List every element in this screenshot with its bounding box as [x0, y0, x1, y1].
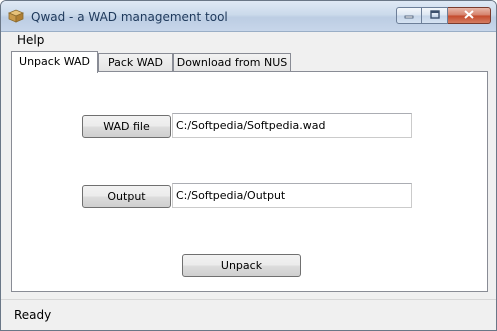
close-button[interactable]: [448, 7, 491, 24]
unpack-button[interactable]: Unpack: [182, 254, 301, 277]
window-title: Qwad - a WAD management tool: [31, 10, 228, 24]
tab-download-nus[interactable]: Download from NUS: [173, 53, 291, 72]
title-bar[interactable]: Qwad - a WAD management tool: [1, 1, 496, 32]
tab-label: Pack WAD: [107, 56, 164, 69]
close-icon: [464, 9, 474, 22]
minimize-button[interactable]: [396, 7, 422, 24]
app-window: Qwad - a WAD management tool Help Unpack…: [0, 0, 497, 331]
wad-file-button[interactable]: WAD file: [82, 115, 171, 138]
tab-pack-wad[interactable]: Pack WAD: [98, 53, 173, 72]
menu-help[interactable]: Help: [17, 33, 44, 47]
status-bar: Ready: [1, 299, 496, 330]
output-button[interactable]: Output: [82, 185, 171, 208]
box-icon: [7, 9, 25, 23]
unpack-panel: WAD file C:/Softpedia/Softpedia.wad Outp…: [11, 71, 488, 292]
menu-bar: Help: [1, 32, 496, 48]
tab-label: Download from NUS: [176, 56, 288, 69]
window-controls: [396, 7, 491, 25]
status-text: Ready: [14, 308, 52, 322]
minimize-icon: [404, 9, 414, 22]
wad-path-field[interactable]: C:/Softpedia/Softpedia.wad: [172, 113, 412, 138]
maximize-icon: [429, 9, 440, 22]
tab-label: Unpack WAD: [19, 55, 90, 68]
maximize-button[interactable]: [422, 7, 448, 24]
output-path-field[interactable]: C:/Softpedia/Output: [172, 183, 412, 208]
tab-unpack-wad[interactable]: Unpack WAD: [11, 51, 98, 73]
